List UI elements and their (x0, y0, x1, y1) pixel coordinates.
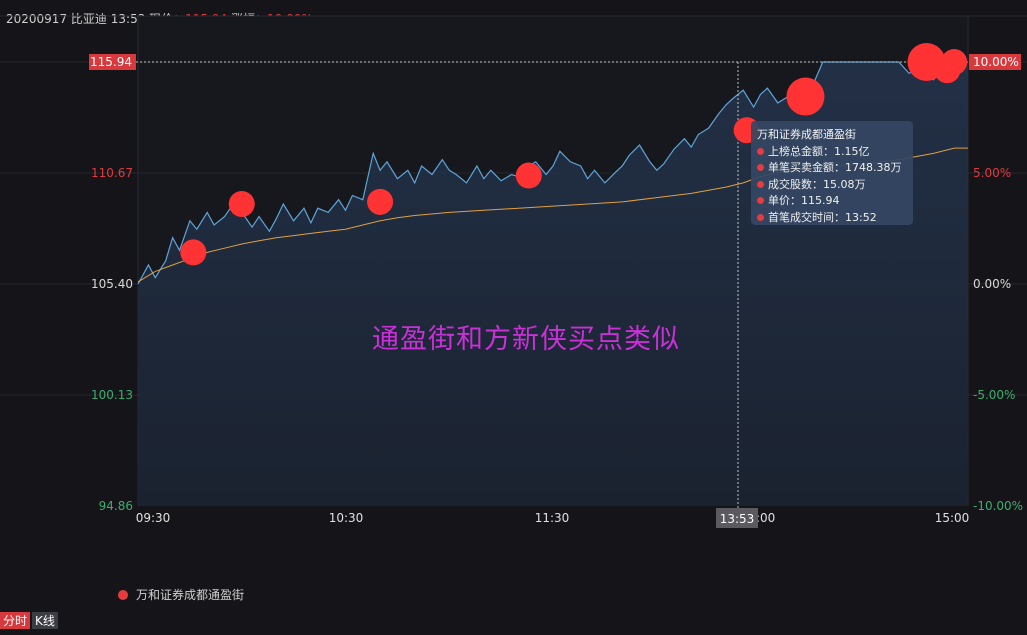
y-price-tick: 115.94 (90, 55, 132, 69)
annotation-text: 通盈街和方新侠买点类似 (372, 324, 680, 355)
y-pct-tick: 0.00% (973, 277, 1011, 291)
tooltip-row: 单价：115.94 (757, 193, 907, 210)
trade-marker (786, 77, 825, 116)
bullet-icon (757, 164, 764, 171)
x-tick: 11:30 (535, 511, 570, 525)
chart-tabs: 分时 K线 (0, 612, 58, 629)
y-pct-tick: -5.00% (973, 388, 1015, 402)
tooltip-title: 万和证券成都通盈街 (757, 128, 856, 141)
bullet-icon (757, 180, 764, 188)
y-pct-tick: 5.00% (973, 166, 1011, 180)
y-pct-tick: -10.00% (973, 499, 1023, 513)
tab-intraday[interactable]: 分时 (0, 612, 31, 629)
x-tick: 10:30 (329, 511, 364, 525)
tooltip-row: 首笔成交时间：13:52 (757, 210, 907, 227)
tooltip-row: 成交股数：15.08万 (757, 177, 907, 194)
legend-marker-icon (118, 590, 128, 600)
x-tick: 09:30 (136, 511, 171, 525)
tooltip-row: 单笔买卖金额：1748.38万 (757, 160, 907, 177)
y-price-tick: 94.86 (99, 499, 133, 513)
x-tick: 15:00 (935, 511, 970, 525)
trade-marker (180, 239, 207, 266)
y-price-tick: 100.13 (91, 388, 133, 402)
tooltip-row: 上榜总金额：1.15亿 (757, 144, 907, 161)
y-pct-tick: 10.00% (973, 55, 1019, 69)
tab-kline[interactable]: K线 (32, 612, 58, 629)
bullet-icon (757, 197, 764, 204)
tooltip: 万和证券成都通盈街 上榜总金额：1.15亿 单笔买卖金额：1748.38万 成交… (751, 121, 913, 225)
legend[interactable]: 万和证券成都通盈街 (118, 586, 244, 603)
crosshair-time-label: 13:53 (720, 512, 755, 526)
trade-marker (515, 162, 542, 189)
trade-marker (228, 190, 255, 217)
trade-marker (941, 49, 968, 75)
legend-label: 万和证券成都通盈街 (136, 588, 245, 602)
bullet-icon (757, 147, 764, 155)
y-price-tick: 105.40 (91, 277, 133, 291)
trade-marker (367, 188, 394, 215)
bullet-icon (757, 213, 764, 221)
y-price-tick: 110.67 (91, 166, 133, 180)
